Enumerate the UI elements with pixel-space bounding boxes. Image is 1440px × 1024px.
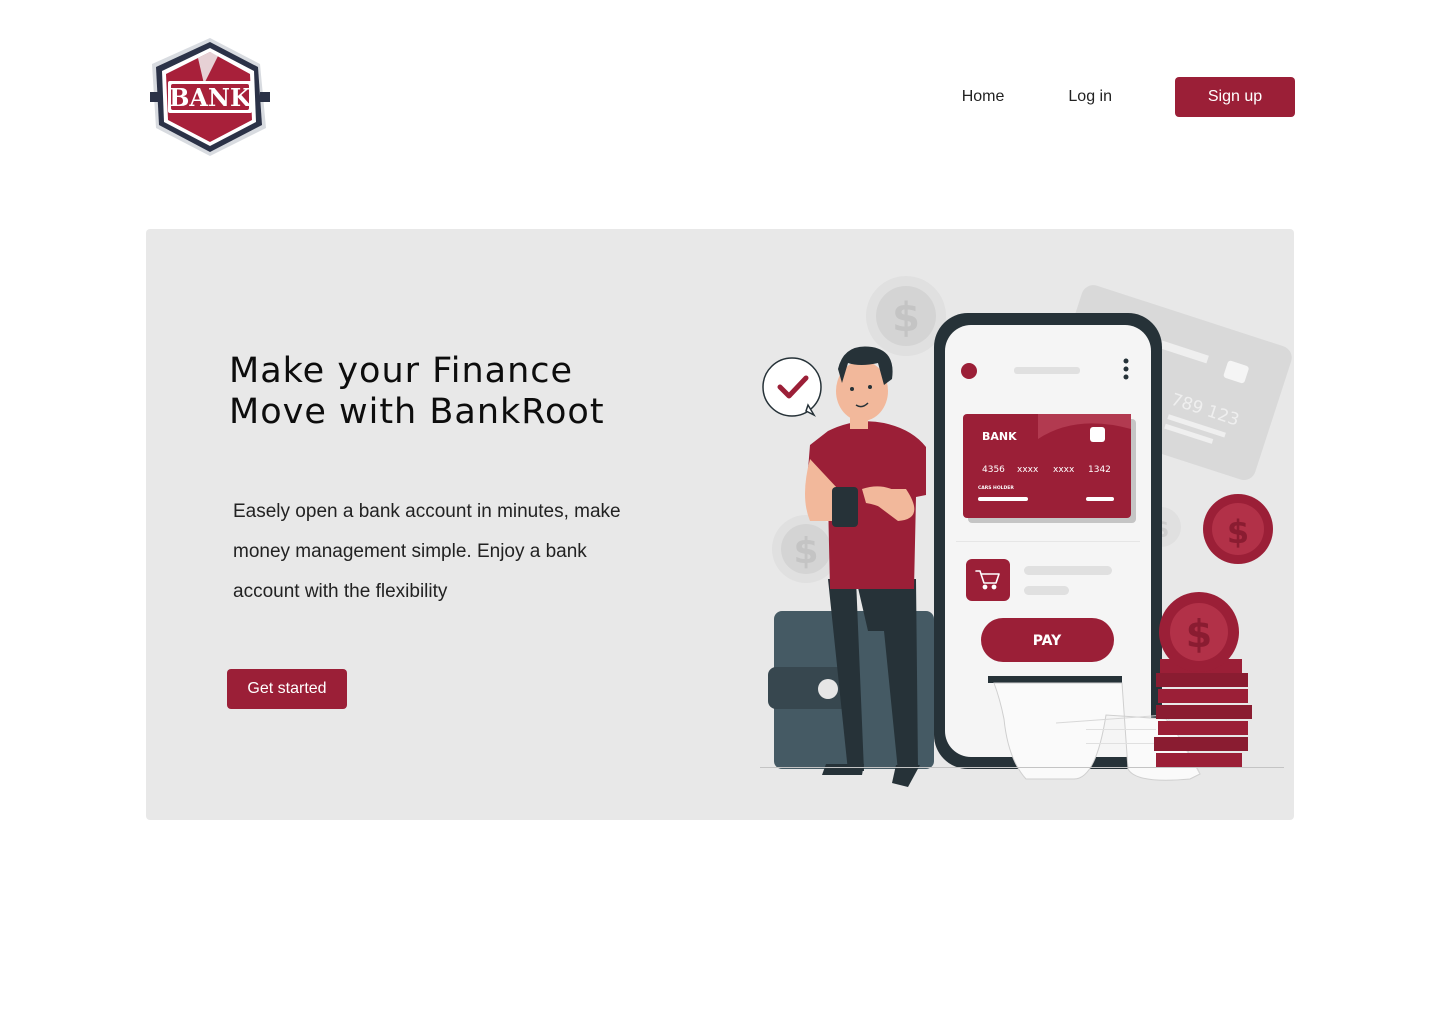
card-number-4: 1342 [1088,465,1111,475]
coin-stack [1154,659,1252,767]
grey-coin-top-symbol: $ [892,295,920,341]
bank-card: BANK 4356 xxxx xxxx 1342 CARS HOLDER [963,414,1136,523]
check-bubble [762,357,822,417]
card-holder: CARS HOLDER [978,485,1014,491]
hero-section: Make your Finance Move with BankRoot Eas… [146,229,1294,820]
card-number-1: 4356 [982,465,1005,475]
hero-headline-line-1: Make your Finance [229,351,574,391]
grey-coin-top: $ [866,276,946,356]
payment-illustration: 789 123 $ $ $ [760,276,1292,787]
coin-large: $ [1159,592,1239,672]
signup-button[interactable]: Sign up [1175,77,1295,117]
grey-coin-left-symbol: $ [793,531,818,572]
coin-small-symbol: $ [1227,513,1249,551]
bank-logo-icon: BANK [150,38,270,156]
nav-login-link[interactable]: Log in [1068,88,1112,106]
card-number-3: xxxx [1053,465,1075,475]
hero-headline: Make your Finance Move with BankRoot [229,351,605,433]
get-started-button[interactable]: Get started [227,669,347,709]
nav-home-link[interactable]: Home [962,88,1005,106]
coin-large-symbol: $ [1186,612,1212,656]
cart-tile [966,559,1010,601]
coin-small: $ [1203,494,1273,564]
pay-label: PAY [1033,633,1062,649]
hero-headline-line-2: Move with BankRoot [229,392,605,432]
card-brand: BANK [982,430,1017,443]
card-number-2: xxxx [1017,465,1039,475]
bank-logo[interactable]: BANK [148,36,272,158]
hero-description: Easely open a bank account in minutes, m… [233,501,621,602]
logo-text: BANK [169,83,252,112]
main-nav: Home Log in Sign up [962,77,1295,117]
